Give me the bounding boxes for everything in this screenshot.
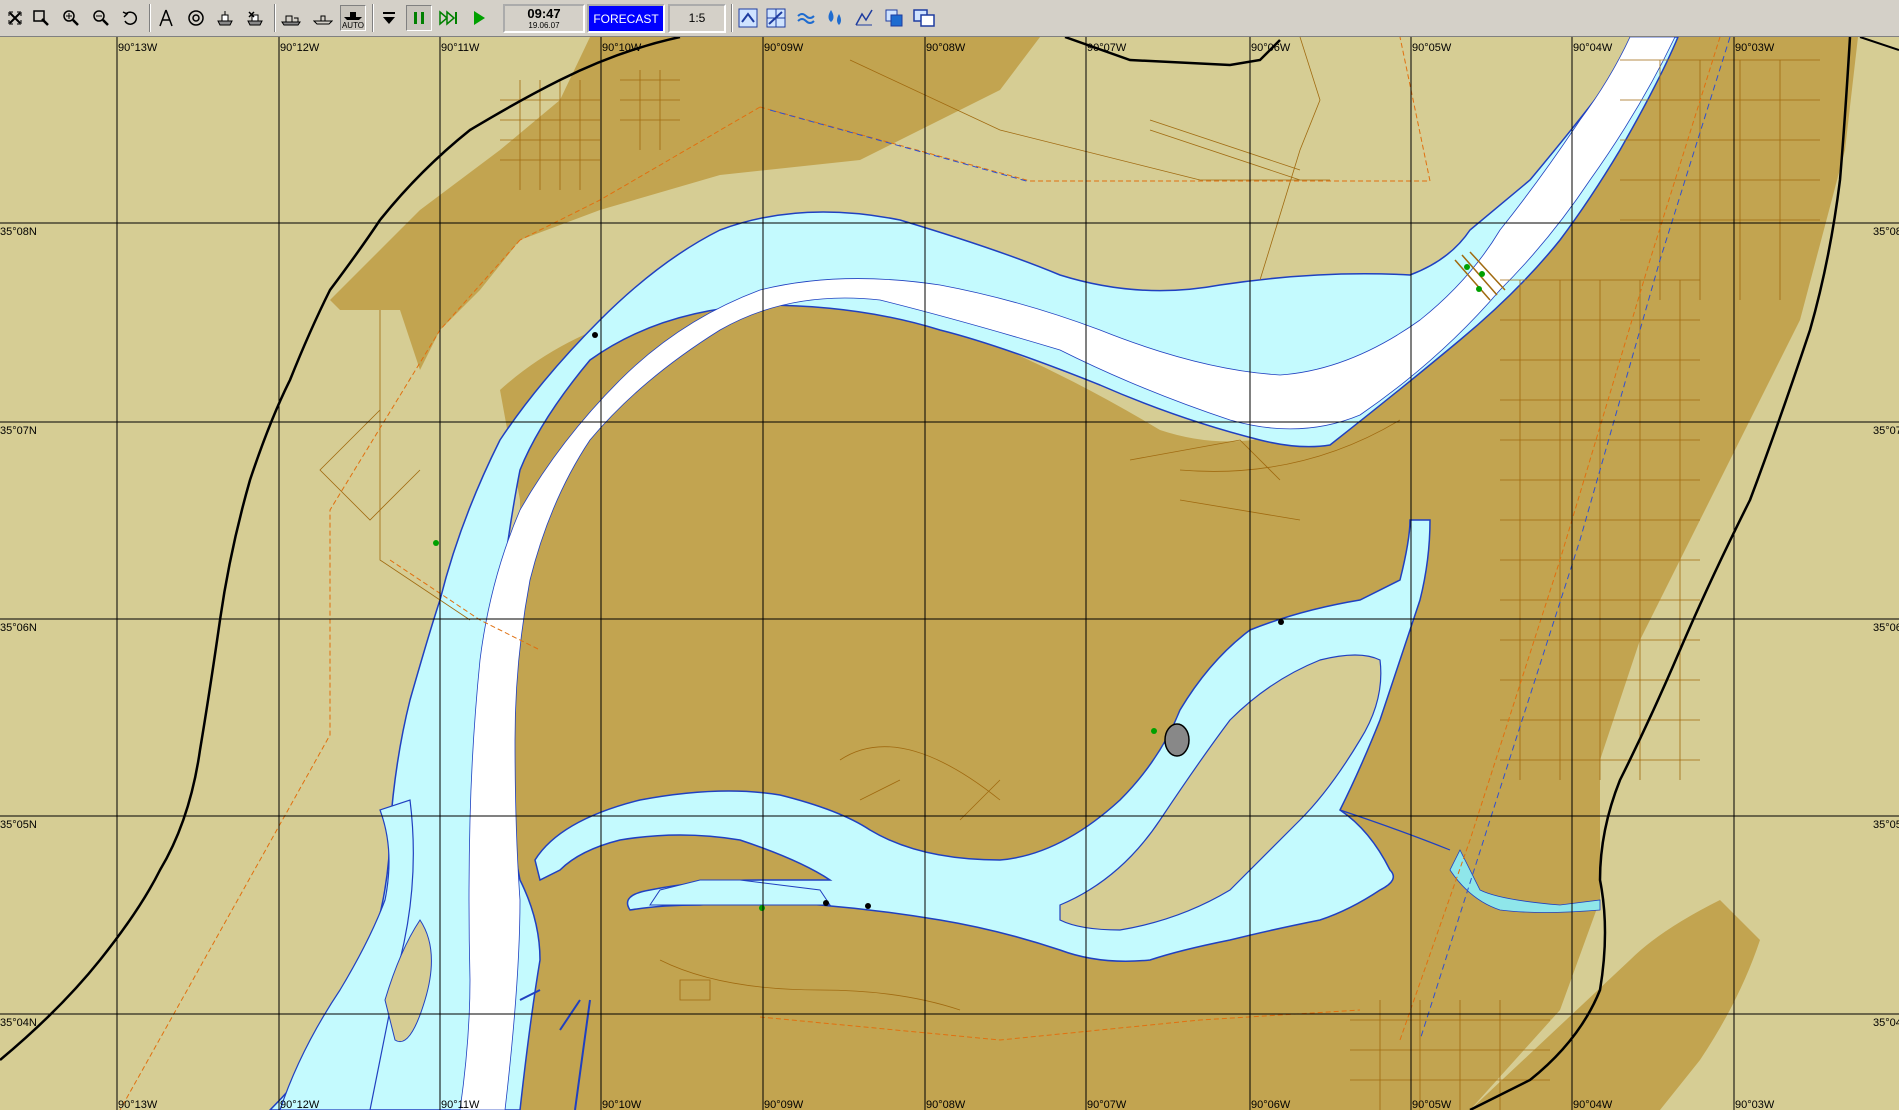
fit-icon[interactable] — [2, 5, 28, 31]
lon-label: 90°04W — [1573, 1099, 1613, 1110]
lon-label: 90°07W — [1087, 42, 1127, 54]
forecast-button[interactable]: FORECAST — [587, 4, 665, 33]
lon-label: 90°03W — [1735, 1099, 1775, 1110]
tide-icon[interactable] — [851, 5, 877, 31]
lon-label: 90°03W — [1735, 42, 1775, 54]
lat-label: 35°05N — [0, 819, 37, 831]
lon-label: 90°09W — [764, 42, 804, 54]
lat-label: 35°06N — [0, 622, 37, 634]
pause-icon[interactable] — [406, 5, 432, 31]
lon-label: 90°05W — [1412, 42, 1452, 54]
clock-display: 09:47 19.06.07 — [503, 4, 585, 33]
lon-label: 90°10W — [602, 1099, 642, 1110]
lon-label: 90°10W — [602, 42, 642, 54]
target-icon[interactable] — [183, 5, 209, 31]
time-value: 09:47 — [527, 6, 561, 21]
chart-grid-icon[interactable] — [763, 5, 789, 31]
lon-label: 90°08W — [926, 42, 966, 54]
nautical-chart[interactable]: 90°13W 90°12W 90°11W 90°10W 90°09W 90°08… — [0, 37, 1899, 1110]
lat-label: 35°08N — [0, 226, 37, 238]
lon-label: 90°13W — [118, 1099, 158, 1110]
route-icon[interactable] — [278, 5, 304, 31]
lon-label: 90°08W — [926, 1099, 966, 1110]
toolbar: AUTO 09:47 19.06.07 FORECAST 1:5 — [0, 0, 1899, 37]
lon-label: 90°11W — [441, 1099, 480, 1110]
scale-display[interactable]: 1:5 — [668, 4, 726, 33]
lon-label: 90°06W — [1251, 1099, 1291, 1110]
undo-icon[interactable] — [117, 5, 143, 31]
lon-label: 90°11W — [441, 42, 480, 54]
chart-rotate-icon[interactable] — [735, 5, 761, 31]
play-icon[interactable] — [466, 5, 492, 31]
depth-icon[interactable] — [822, 5, 848, 31]
lat-label: 35°07 — [1873, 425, 1899, 437]
ship-icon[interactable] — [212, 5, 238, 31]
lat-label: 35°08 — [1873, 226, 1899, 238]
lon-label: 90°12W — [280, 42, 320, 54]
lon-label: 90°13W — [118, 42, 158, 54]
drop-down-icon[interactable] — [376, 5, 402, 31]
layers-icon[interactable] — [881, 5, 907, 31]
weather-icon[interactable] — [792, 5, 818, 31]
zoom-window-icon[interactable] — [28, 5, 54, 31]
compass-icon[interactable] — [153, 5, 179, 31]
auto-mode-icon[interactable]: AUTO — [340, 5, 366, 31]
lat-label: 35°05 — [1873, 819, 1899, 831]
lat-label: 35°04N — [0, 1017, 37, 1029]
date-value: 19.06.07 — [528, 21, 560, 30]
auto-label: AUTO — [341, 21, 365, 30]
zoom-out-icon[interactable] — [88, 5, 114, 31]
lon-label: 90°04W — [1573, 42, 1613, 54]
lat-label: 35°06 — [1873, 622, 1899, 634]
lon-label: 90°05W — [1412, 1099, 1452, 1110]
ship-delete-icon[interactable] — [242, 5, 268, 31]
lon-label: 90°07W — [1087, 1099, 1127, 1110]
lat-label: 35°07N — [0, 425, 37, 437]
zoom-in-icon[interactable] — [58, 5, 84, 31]
lon-label: 90°09W — [764, 1099, 804, 1110]
fast-forward-icon[interactable] — [436, 5, 462, 31]
lon-label: 90°06W — [1251, 42, 1291, 54]
lat-label: 35°04 — [1873, 1017, 1899, 1029]
windows-icon[interactable] — [911, 5, 937, 31]
lon-label: 90°12W — [280, 1099, 320, 1110]
ship-profile-icon[interactable] — [310, 5, 336, 31]
